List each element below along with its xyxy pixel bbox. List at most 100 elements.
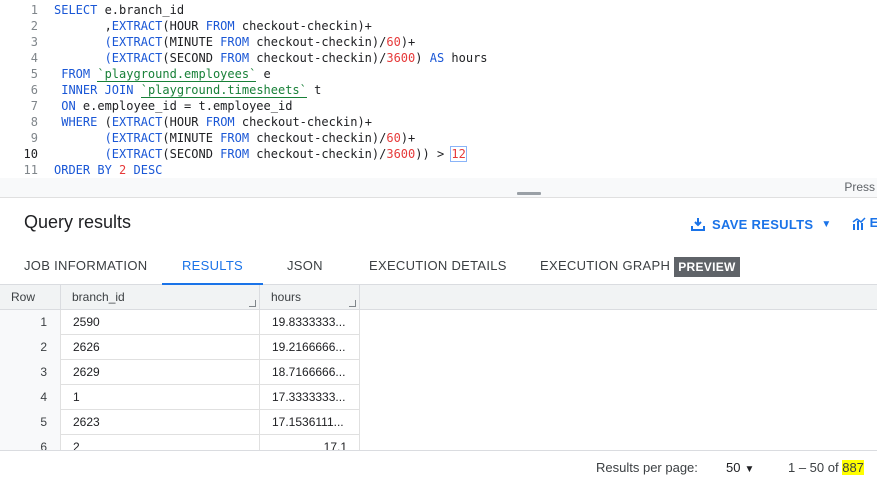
column-resize-icon[interactable] — [349, 300, 356, 307]
line-number: 7 — [30, 99, 38, 113]
code-token: (HOUR — [162, 115, 206, 129]
tab-execution-graph-label: EXECUTION GRAPH — [540, 258, 671, 273]
code-token: `playground.employees` — [97, 67, 257, 82]
code-token: ORDER BY — [54, 163, 112, 177]
code-text: ,EXTRACT(HOUR FROM checkout-checkin)+ — [54, 18, 372, 34]
sql-editor[interactable]: 1 SELECT e.branch_id 2 ,EXTRACT(HOUR FROM … — [0, 0, 877, 178]
code-token: INNER JOIN — [54, 83, 134, 97]
code-token: FROM — [220, 131, 250, 145]
code-token: EXTRACT — [111, 19, 163, 33]
code-token: e.employee_id = t.employee_id — [75, 99, 293, 113]
table-row: 1 2590 19.8333333... — [0, 310, 360, 335]
row-number-cell: 6 — [0, 435, 61, 450]
tab-job-information[interactable]: JOB INFORMATION — [24, 247, 147, 284]
code-line[interactable]: 2 ,EXTRACT(HOUR FROM checkout-checkin)+ — [0, 18, 877, 34]
hours-cell: 17.1 — [260, 435, 360, 450]
line-number: 10 — [23, 147, 38, 161]
drag-handle-icon[interactable] — [517, 192, 541, 195]
code-line[interactable]: 7 ON e.employee_id = t.employee_id — [0, 98, 877, 114]
code-token: )+ — [400, 35, 416, 49]
panel-splitter[interactable] — [0, 178, 877, 198]
code-token: , — [54, 19, 112, 33]
results-tabs: JOB INFORMATION RESULTS JSON EXECUTION D… — [0, 247, 877, 285]
table-row: 4 1 17.3333333... — [0, 385, 360, 410]
explore-data-button[interactable]: E — [852, 215, 877, 233]
code-text: (EXTRACT(SECOND FROM checkout-checkin)/3… — [54, 146, 467, 162]
code-line[interactable]: 11 ORDER BY 2 DESC — [0, 162, 877, 178]
code-token: AS — [429, 51, 445, 65]
code-token: (MINUTE — [162, 35, 221, 49]
tab-results[interactable]: RESULTS — [162, 247, 263, 285]
code-token: SELECT — [54, 3, 98, 17]
results-per-page-label: Results per page: — [596, 460, 698, 475]
editor-hint: Press — [844, 180, 875, 194]
line-number: 4 — [30, 51, 38, 65]
tab-execution-graph[interactable]: EXECUTION GRAPH PREVIEW — [540, 247, 740, 284]
code-token: FROM — [205, 19, 235, 33]
code-token: hours — [444, 51, 488, 65]
download-icon — [691, 218, 705, 231]
column-header-hours[interactable]: hours — [260, 285, 360, 310]
hours-cell: 19.8333333... — [260, 310, 360, 335]
code-line[interactable]: 10 (EXTRACT(SECOND FROM checkout-checkin… — [0, 146, 877, 162]
results-per-page-select[interactable]: 50 ▼ — [726, 460, 754, 475]
code-token: t — [306, 83, 322, 97]
code-token: EXTRACT — [111, 115, 163, 129]
preview-badge: PREVIEW — [674, 256, 740, 277]
code-token: checkout-checkin)+ — [234, 115, 372, 129]
column-header-branch-id-label: branch_id — [72, 290, 125, 304]
code-line[interactable]: 3 (EXTRACT(MINUTE FROM checkout-checkin)… — [0, 34, 877, 50]
code-token: (MINUTE — [162, 131, 221, 145]
save-results-button[interactable]: SAVE RESULTS ▼ — [690, 213, 832, 235]
code-line[interactable]: 5 FROM `playground.employees` e — [0, 66, 877, 82]
hours-cell: 19.2166666... — [260, 335, 360, 360]
column-header-hours-label: hours — [271, 290, 302, 304]
code-token: `playground.timesheets` — [140, 83, 307, 98]
code-text: FROM `playground.employees` e — [54, 66, 271, 82]
code-text: WHERE (EXTRACT(HOUR FROM checkout-checki… — [54, 114, 372, 130]
code-token: WHERE — [54, 115, 98, 129]
code-line[interactable]: 4 (EXTRACT(SECOND FROM checkout-checkin)… — [0, 50, 877, 66]
code-line[interactable]: 1 SELECT e.branch_id — [0, 2, 877, 18]
column-resize-icon[interactable] — [249, 300, 256, 307]
code-text: (EXTRACT(MINUTE FROM checkout-checkin)/6… — [54, 130, 416, 146]
column-header-branch-id[interactable]: branch_id — [61, 285, 260, 310]
code-token: 60 — [386, 35, 401, 49]
code-token: (SECOND — [162, 147, 221, 161]
code-token: (EXTRACT — [104, 147, 163, 161]
code-token: (EXTRACT — [104, 51, 163, 65]
code-line[interactable]: 8 WHERE (EXTRACT(HOUR FROM checkout-chec… — [0, 114, 877, 130]
branch-id-cell: 2 — [61, 435, 260, 450]
code-token: e — [256, 67, 271, 81]
line-number: 11 — [23, 163, 38, 177]
code-token: (EXTRACT — [104, 35, 163, 49]
tab-execution-details[interactable]: EXECUTION DETAILS — [369, 247, 507, 284]
code-token: )) > — [415, 147, 452, 161]
table-header: Row branch_id hours — [0, 285, 877, 310]
line-number: 1 — [30, 3, 38, 17]
table-row: 2 2626 19.2166666... — [0, 335, 360, 360]
line-number: 3 — [30, 35, 38, 49]
hours-cell: 17.3333333... — [260, 385, 360, 410]
results-per-page-value: 50 — [726, 460, 741, 475]
branch-id-cell: 2626 — [61, 335, 260, 360]
code-line[interactable]: 6 INNER JOIN `playground.timesheets` t — [0, 82, 877, 98]
tab-json[interactable]: JSON — [287, 247, 323, 284]
code-token: checkout-checkin)/ — [249, 51, 387, 65]
code-text: INNER JOIN `playground.timesheets` t — [54, 82, 321, 98]
table-row: 3 2629 18.7166666... — [0, 360, 360, 385]
code-token: (EXTRACT — [104, 131, 163, 145]
branch-id-cell: 2590 — [61, 310, 260, 335]
code-token: checkout-checkin)/ — [249, 147, 387, 161]
code-line[interactable]: 9 (EXTRACT(MINUTE FROM checkout-checkin)… — [0, 130, 877, 146]
code-text: (EXTRACT(MINUTE FROM checkout-checkin)/6… — [54, 34, 416, 50]
code-token: ) — [415, 51, 430, 65]
table-row: 6 2 17.1 — [0, 435, 360, 450]
save-results-label: SAVE RESULTS — [712, 216, 814, 232]
chevron-down-icon: ▼ — [744, 464, 755, 475]
branch-id-cell: 2623 — [61, 410, 260, 435]
code-text: SELECT e.branch_id — [54, 2, 184, 18]
line-number: 6 — [30, 83, 38, 97]
row-number-cell: 3 — [0, 360, 61, 385]
